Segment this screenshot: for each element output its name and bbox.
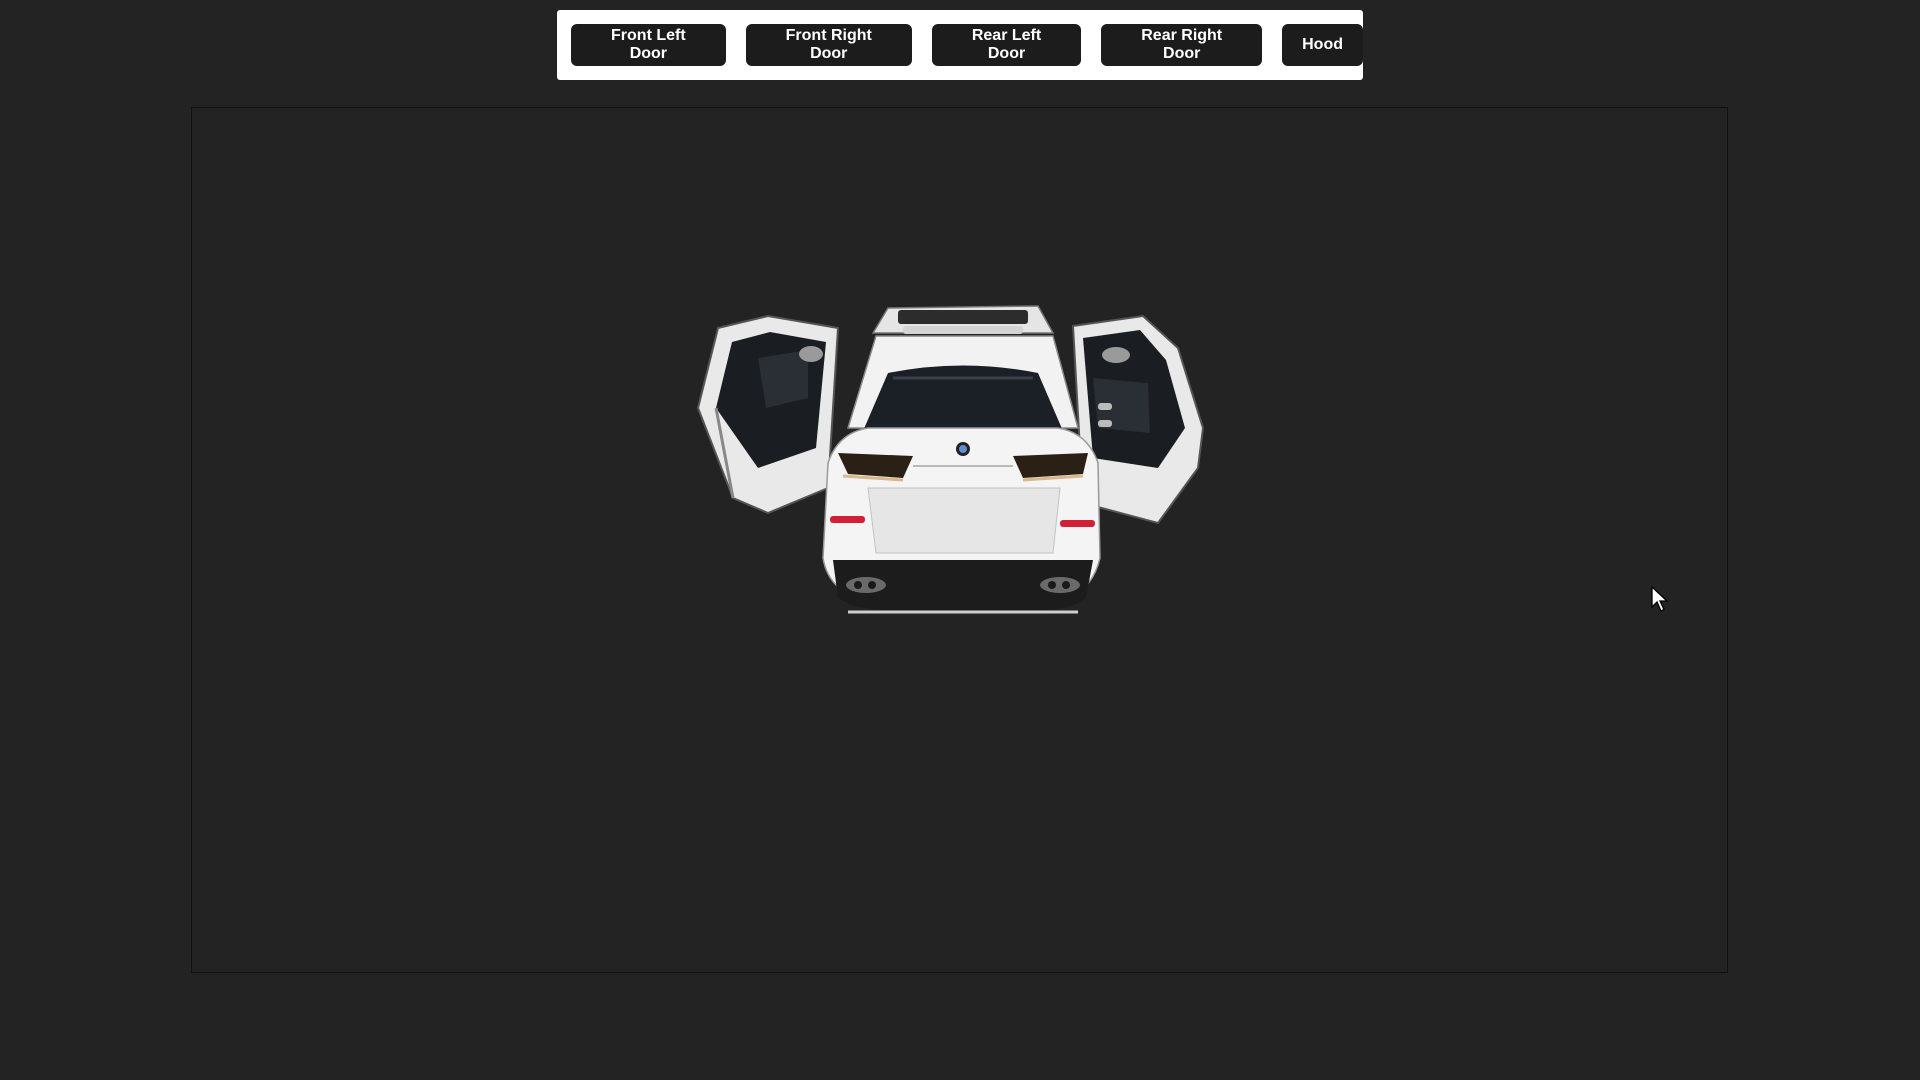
car-model[interactable] [688, 298, 1218, 638]
front-left-door-button[interactable]: Front Left Door [571, 24, 726, 66]
rear-right-door-button[interactable]: Rear Right Door [1101, 24, 1263, 66]
front-right-door-button[interactable]: Front Right Door [745, 24, 912, 66]
rear-left-door-button[interactable]: Rear Left Door [931, 24, 1082, 66]
left-open-door[interactable] [696, 314, 840, 515]
3d-viewer-canvas[interactable] [191, 107, 1728, 973]
hood-button[interactable]: Hood [1282, 24, 1363, 66]
car-body [822, 305, 1101, 614]
mouse-cursor-icon [1651, 586, 1669, 612]
door-control-toolbar: Front Left Door Front Right Door Rear Le… [557, 10, 1363, 80]
